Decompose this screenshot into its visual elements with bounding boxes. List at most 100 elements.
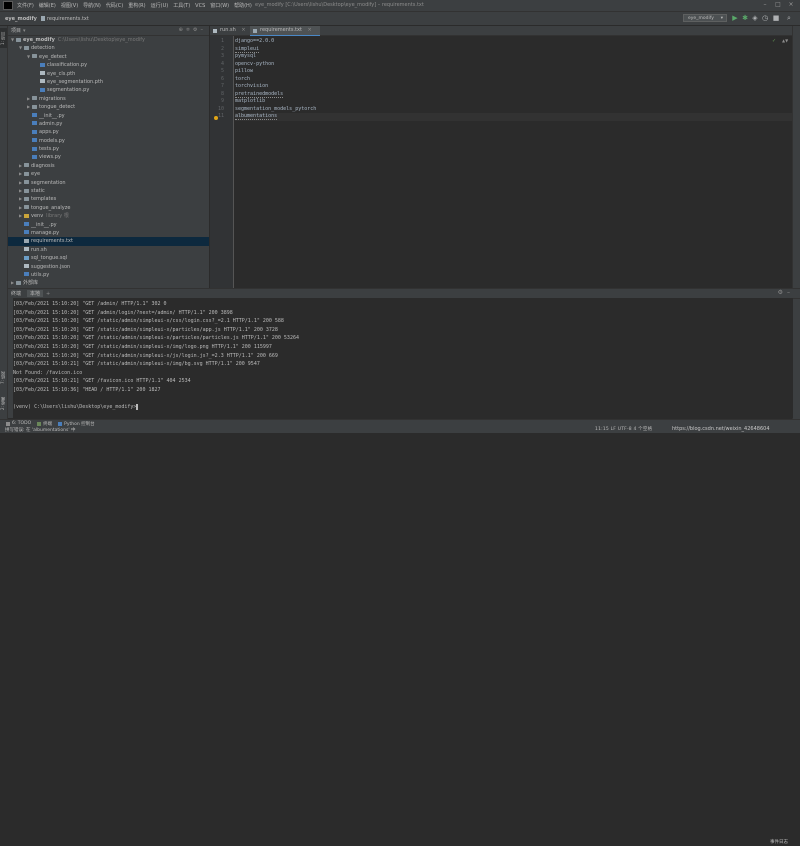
tree-item-label: segmentation — [31, 179, 66, 186]
tree-item[interactable]: ▶ segmentation — [8, 179, 209, 187]
tree-item[interactable]: tests.py — [8, 145, 209, 153]
tree-item-label: sql_tongue.sql — [31, 255, 68, 262]
tree-item[interactable]: utils.py — [8, 271, 209, 279]
gear-icon[interactable]: ⚙ — [778, 289, 787, 296]
hide-icon[interactable]: – — [201, 27, 207, 33]
py-icon — [32, 121, 37, 126]
close-tab-icon[interactable]: × — [308, 27, 312, 33]
tree-item[interactable]: eye_cls.pth — [8, 70, 209, 78]
add-terminal-icon[interactable]: + — [46, 291, 50, 297]
menu-code[interactable]: 代码(C) — [106, 2, 123, 9]
tree-item[interactable]: suggestion.json — [8, 263, 209, 271]
chevron-down-icon[interactable]: ▾ — [23, 28, 26, 34]
debug-icon[interactable]: ✱ — [741, 14, 749, 23]
structure-tool-button[interactable]: 7: 结构 — [0, 366, 7, 388]
terminal-tab-local[interactable]: 本地 — [27, 290, 44, 297]
menu-file[interactable]: 文件(F) — [17, 2, 34, 9]
lightbulb-icon[interactable] — [214, 116, 218, 120]
tree-item-label: utils.py — [31, 271, 50, 278]
tree-item[interactable]: admin.py — [8, 120, 209, 128]
terminal-icon — [37, 421, 42, 426]
maximize-icon[interactable]: □ — [773, 1, 783, 9]
tree-item[interactable]: sql_tongue.sql — [8, 254, 209, 262]
menu-edit[interactable]: 编辑(E) — [39, 2, 56, 9]
menu-help[interactable]: 帮助(H) — [234, 2, 252, 9]
tree-item[interactable]: ▶ eye — [8, 170, 209, 178]
project-panel-title[interactable]: 项目 — [11, 27, 21, 34]
tree-item[interactable]: models.py — [8, 137, 209, 145]
close-tab-icon[interactable]: × — [241, 27, 245, 33]
menu-bar: 文件(F) 编辑(E) 视图(V) 导航(N) 代码(C) 重构(R) 运行(U… — [0, 0, 800, 12]
favorites-tool-button[interactable]: 2: 收藏 — [0, 392, 7, 414]
menu-run[interactable]: 运行(U) — [151, 2, 169, 9]
line-number: 1 — [220, 38, 224, 44]
breadcrumb-project[interactable]: eye_modify — [5, 16, 37, 22]
search-icon[interactable]: ⌕ — [785, 14, 793, 23]
tree-item[interactable]: segmentation.py — [8, 86, 209, 94]
coverage-icon[interactable]: ◈ — [751, 14, 759, 23]
tree-item-label: models.py — [39, 137, 65, 144]
tab-run-sh[interactable]: run.sh × — [210, 26, 254, 35]
run-icon[interactable]: ▶ — [731, 14, 739, 23]
navigate-arrows-icon[interactable]: ▲▼ — [782, 38, 788, 43]
tree-item[interactable]: ▶ venv library 根 — [8, 212, 209, 220]
tree-item-label: tests.py — [39, 146, 59, 153]
menu-tools[interactable]: 工具(T) — [173, 2, 190, 9]
menu-refactor[interactable]: 重构(R) — [128, 2, 145, 9]
navigation-bar: eye_modify requirements.txt eye_modify ▾… — [0, 12, 800, 26]
project-tool-button[interactable]: 1: 项目 — [0, 28, 7, 48]
tree-item[interactable]: ▶ migrations — [8, 95, 209, 103]
tree-item[interactable]: run.sh — [8, 246, 209, 254]
terminal-output[interactable]: [03/Feb/2021 15:10:20] "GET /admin/ HTTP… — [13, 298, 793, 418]
terminal-line: [03/Feb/2021 15:10:21] "GET /static/admi… — [13, 361, 260, 368]
tree-item[interactable]: ▶ 外部库 — [8, 279, 209, 287]
tree-item-label: classification.py — [47, 62, 88, 69]
tree-item[interactable]: requirements.txt — [8, 237, 209, 246]
tree-item[interactable]: views.py — [8, 153, 209, 161]
tree-item[interactable]: ▶ tongue_analyze — [8, 204, 209, 212]
code-editor[interactable]: django==2.0.0 simpleui pymysql opencv-py… — [235, 36, 800, 288]
tree-item[interactable]: __init__.py — [8, 112, 209, 120]
tree-item-label: 外部库 — [23, 280, 39, 287]
line-number: 7 — [220, 83, 224, 89]
stop-icon[interactable]: ■ — [772, 14, 780, 23]
status-message: 拼写错误: 在 'albumentations' 中 — [5, 427, 76, 433]
tree-item[interactable]: ▼ eye_detect — [8, 53, 209, 61]
hide-icon[interactable]: – — [787, 289, 794, 296]
tree-item[interactable]: apps.py — [8, 128, 209, 136]
tree-item[interactable]: ▶ diagnosis — [8, 162, 209, 170]
tree-item[interactable]: manage.py — [8, 229, 209, 237]
run-configuration-select[interactable]: eye_modify ▾ — [683, 14, 727, 22]
tree-item[interactable]: ▼ detection — [8, 44, 209, 52]
terminal-actions: ⚙– — [778, 289, 794, 296]
inspection-ok-icon[interactable]: ✓ — [772, 38, 776, 44]
tree-item[interactable]: classification.py — [8, 61, 209, 69]
status-info[interactable]: 11:15 LF UTF-8 4 个空格 — [595, 426, 652, 433]
minimize-icon[interactable]: – — [760, 1, 770, 9]
tree-root[interactable]: ▼ eye_modify C:\Users\lishu\Desktop\eye_mo… — [8, 36, 209, 44]
tree-item-label: requirements.txt — [31, 238, 73, 245]
menu-vcs[interactable]: VCS — [195, 3, 205, 9]
locate-icon[interactable]: ⊕ — [179, 27, 186, 33]
window-title: eye_modify [C:\Users\lishu\Desktop\eye_m… — [255, 2, 424, 8]
code-line: pillow — [235, 68, 254, 74]
breadcrumb-file[interactable]: requirements.txt — [40, 16, 89, 22]
menu-view[interactable]: 视图(V) — [61, 2, 78, 9]
tree-item[interactable]: __init__.py — [8, 221, 209, 229]
menu-window[interactable]: 窗口(W) — [210, 2, 229, 9]
tab-requirements-txt[interactable]: requirements.txt × — [250, 26, 320, 36]
tree-item[interactable]: ▶ tongue_detect — [8, 103, 209, 111]
collapse-icon[interactable]: ≑ — [186, 27, 193, 33]
folder-icon — [24, 180, 29, 185]
tree-item[interactable]: ▶ static — [8, 187, 209, 195]
file-icon — [24, 264, 29, 269]
profile-icon[interactable]: ◷ — [761, 14, 769, 23]
tree-item[interactable]: ▶ templates — [8, 195, 209, 203]
terminal-prompt[interactable]: (venv) C:\Users\lishu\Desktop\eye_modify… — [13, 403, 793, 412]
close-icon[interactable]: × — [786, 1, 796, 9]
tree-item[interactable]: eye_segmentation.pth — [8, 78, 209, 86]
event-log-button[interactable]: 事件日志 — [770, 839, 788, 846]
gear-icon[interactable]: ⚙ — [193, 27, 200, 33]
menu-navigate[interactable]: 导航(N) — [83, 2, 101, 9]
